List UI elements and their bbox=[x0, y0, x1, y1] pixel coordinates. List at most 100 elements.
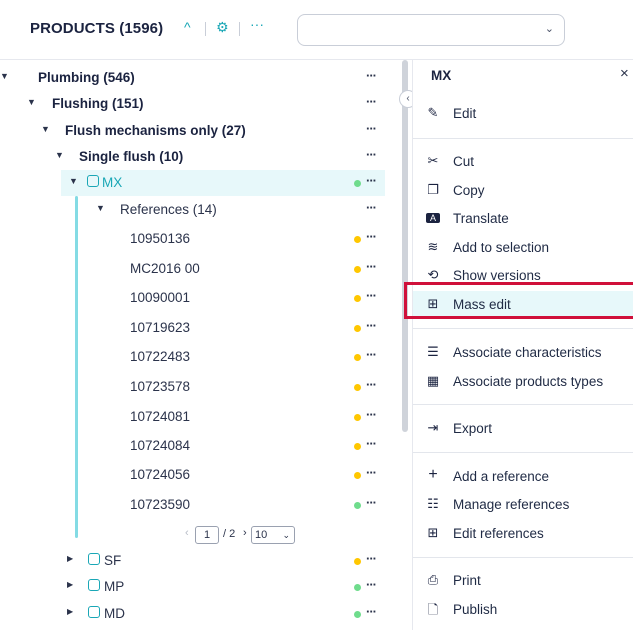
menu-item-add-reference[interactable]: + Add a reference bbox=[413, 463, 633, 491]
tree-node-references[interactable]: ▼ References (14) ··· bbox=[0, 197, 385, 223]
divider bbox=[413, 328, 633, 329]
menu-item-cut[interactable]: ✂ Cut bbox=[413, 148, 633, 176]
expand-arrow-icon[interactable]: ▶ bbox=[67, 607, 73, 616]
menu-item-associate-characteristics[interactable]: ☰ Associate characteristics bbox=[413, 339, 633, 367]
tree-node-reference[interactable]: 10723578 ··· bbox=[0, 374, 385, 400]
chevron-down-icon: ⌄ bbox=[282, 530, 290, 540]
menu-item-manage-references[interactable]: ☷ Manage references bbox=[413, 491, 633, 519]
tree-node-reference[interactable]: 10724084 ··· bbox=[0, 433, 385, 459]
more-icon[interactable]: ··· bbox=[366, 229, 377, 244]
tree-node-md[interactable]: ▶ MD ··· bbox=[0, 601, 385, 627]
tree-node-reference[interactable]: 10723590 ··· bbox=[0, 492, 385, 518]
more-icon[interactable]: ··· bbox=[366, 68, 377, 83]
context-menu-title: MX bbox=[431, 68, 452, 83]
menu-item-label: Copy bbox=[453, 183, 485, 198]
collapse-arrow-icon[interactable]: ▼ bbox=[0, 71, 9, 81]
more-icon[interactable]: ··· bbox=[366, 173, 377, 188]
more-icon[interactable]: ··· bbox=[366, 551, 377, 566]
menu-item-copy[interactable]: ❐ Copy bbox=[413, 177, 633, 205]
tree-node-sf[interactable]: ▶ SF ··· bbox=[0, 548, 385, 574]
expand-arrow-icon[interactable]: ▶ bbox=[67, 580, 73, 589]
tree-node-label: 10723590 bbox=[130, 497, 191, 512]
tree-node-mp[interactable]: ▶ MP ··· bbox=[0, 574, 385, 600]
tree-scrollbar[interactable] bbox=[402, 60, 408, 432]
tree-node-reference[interactable]: 10724056 ··· bbox=[0, 462, 385, 488]
tree-node-label: 10724081 bbox=[130, 409, 191, 424]
more-icon[interactable]: ··· bbox=[250, 16, 264, 32]
per-page-value: 10 bbox=[255, 529, 268, 541]
more-icon[interactable]: ··· bbox=[366, 577, 377, 592]
tree-node-mx[interactable]: ▼ MX ··· bbox=[61, 170, 385, 196]
product-cube-icon bbox=[88, 606, 100, 618]
more-icon[interactable]: ··· bbox=[366, 121, 377, 136]
tree-node-label: References (14) bbox=[120, 202, 217, 217]
expand-arrow-icon[interactable]: ▶ bbox=[67, 554, 73, 563]
tree-node-single-flush[interactable]: ▼ Single flush (10) ··· bbox=[0, 144, 385, 170]
menu-item-label: Cut bbox=[453, 154, 475, 169]
tree-node-label: Flush mechanisms only (27) bbox=[65, 123, 246, 138]
checklist-icon: ☰ bbox=[427, 344, 439, 359]
tree-node-flushing[interactable]: ▼ Flushing (151) ··· bbox=[0, 91, 385, 117]
tree-node-label: Flushing (151) bbox=[52, 96, 144, 111]
menu-item-associate-products-types[interactable]: ▦ Associate products types bbox=[413, 368, 633, 396]
more-icon[interactable]: ··· bbox=[366, 465, 377, 480]
tree-node-label: 10950136 bbox=[130, 231, 191, 246]
more-icon[interactable]: ··· bbox=[366, 604, 377, 619]
product-cube-icon bbox=[87, 175, 99, 187]
printer-icon: ⎙ bbox=[427, 572, 439, 587]
more-icon[interactable]: ··· bbox=[366, 147, 377, 162]
more-icon[interactable]: ··· bbox=[366, 407, 377, 422]
tree-node-label: MX bbox=[102, 175, 123, 190]
tree-node-label: MP bbox=[104, 579, 125, 594]
more-icon[interactable]: ··· bbox=[366, 288, 377, 303]
more-icon[interactable]: ··· bbox=[366, 200, 377, 215]
menu-item-edit[interactable]: ✎ Edit bbox=[413, 100, 633, 128]
tree-node-flush-mechanisms[interactable]: ▼ Flush mechanisms only (27) ··· bbox=[0, 118, 385, 144]
pdf-icon: 🗋 bbox=[427, 602, 439, 617]
export-icon: ⇥ bbox=[427, 420, 439, 435]
menu-item-export[interactable]: ⇥ Export bbox=[413, 415, 633, 443]
tree-node-reference[interactable]: 10090001 ··· bbox=[0, 285, 385, 311]
menu-item-edit-references[interactable]: ⊞ Edit references bbox=[413, 520, 633, 548]
status-dot bbox=[354, 443, 361, 450]
more-icon[interactable]: ··· bbox=[366, 436, 377, 451]
page-total: / 2 bbox=[223, 528, 236, 540]
filter-dropdown[interactable]: ⌄ bbox=[297, 14, 565, 46]
tree-node-reference[interactable]: 10724081 ··· bbox=[0, 404, 385, 430]
collapse-arrow-icon[interactable]: ▼ bbox=[55, 150, 64, 160]
chevron-down-icon: ⌄ bbox=[544, 23, 554, 35]
gear-icon[interactable]: ⚙ bbox=[216, 19, 229, 36]
tree-node-reference[interactable]: 10950136 ··· bbox=[0, 226, 385, 252]
menu-item-translate[interactable]: A Translate bbox=[413, 205, 633, 233]
more-icon[interactable]: ··· bbox=[366, 94, 377, 109]
tree-node-reference[interactable]: 10719623 ··· bbox=[0, 315, 385, 341]
menu-item-label: Add to selection bbox=[453, 240, 550, 255]
tree-node-reference[interactable]: MC2016 00 ··· bbox=[0, 256, 385, 282]
list-icon: ☷ bbox=[427, 496, 439, 511]
menu-item-add-to-selection[interactable]: ≋ Add to selection bbox=[413, 234, 633, 262]
menu-item-print[interactable]: ⎙ Print bbox=[413, 567, 633, 595]
divider bbox=[205, 22, 206, 36]
chevron-left-icon[interactable]: ‹ bbox=[185, 527, 189, 539]
more-icon[interactable]: ··· bbox=[366, 318, 377, 333]
status-dot bbox=[354, 584, 361, 591]
more-icon[interactable]: ··· bbox=[366, 259, 377, 274]
menu-item-publish[interactable]: 🗋 Publish bbox=[413, 596, 633, 624]
close-icon[interactable]: × bbox=[620, 65, 629, 82]
tree-node-label: Single flush (10) bbox=[79, 149, 184, 164]
more-icon[interactable]: ··· bbox=[366, 495, 377, 510]
divider bbox=[413, 404, 633, 405]
more-icon[interactable]: ··· bbox=[366, 347, 377, 362]
collapse-arrow-icon[interactable]: ▼ bbox=[96, 203, 105, 213]
chevron-right-icon[interactable]: › bbox=[243, 527, 247, 539]
collapse-arrow-icon[interactable]: ▼ bbox=[69, 176, 78, 186]
more-icon[interactable]: ··· bbox=[366, 377, 377, 392]
tree-node-plumbing[interactable]: ▼ Plumbing (546) ··· bbox=[0, 65, 385, 91]
divider bbox=[239, 22, 240, 36]
collapse-arrow-icon[interactable]: ▼ bbox=[41, 124, 50, 134]
per-page-select[interactable]: 10 ⌄ bbox=[251, 526, 295, 544]
chevron-up-icon[interactable]: ^ bbox=[184, 19, 191, 35]
collapse-arrow-icon[interactable]: ▼ bbox=[27, 97, 36, 107]
page-input[interactable]: 1 bbox=[195, 526, 219, 544]
tree-node-reference[interactable]: 10722483 ··· bbox=[0, 344, 385, 370]
